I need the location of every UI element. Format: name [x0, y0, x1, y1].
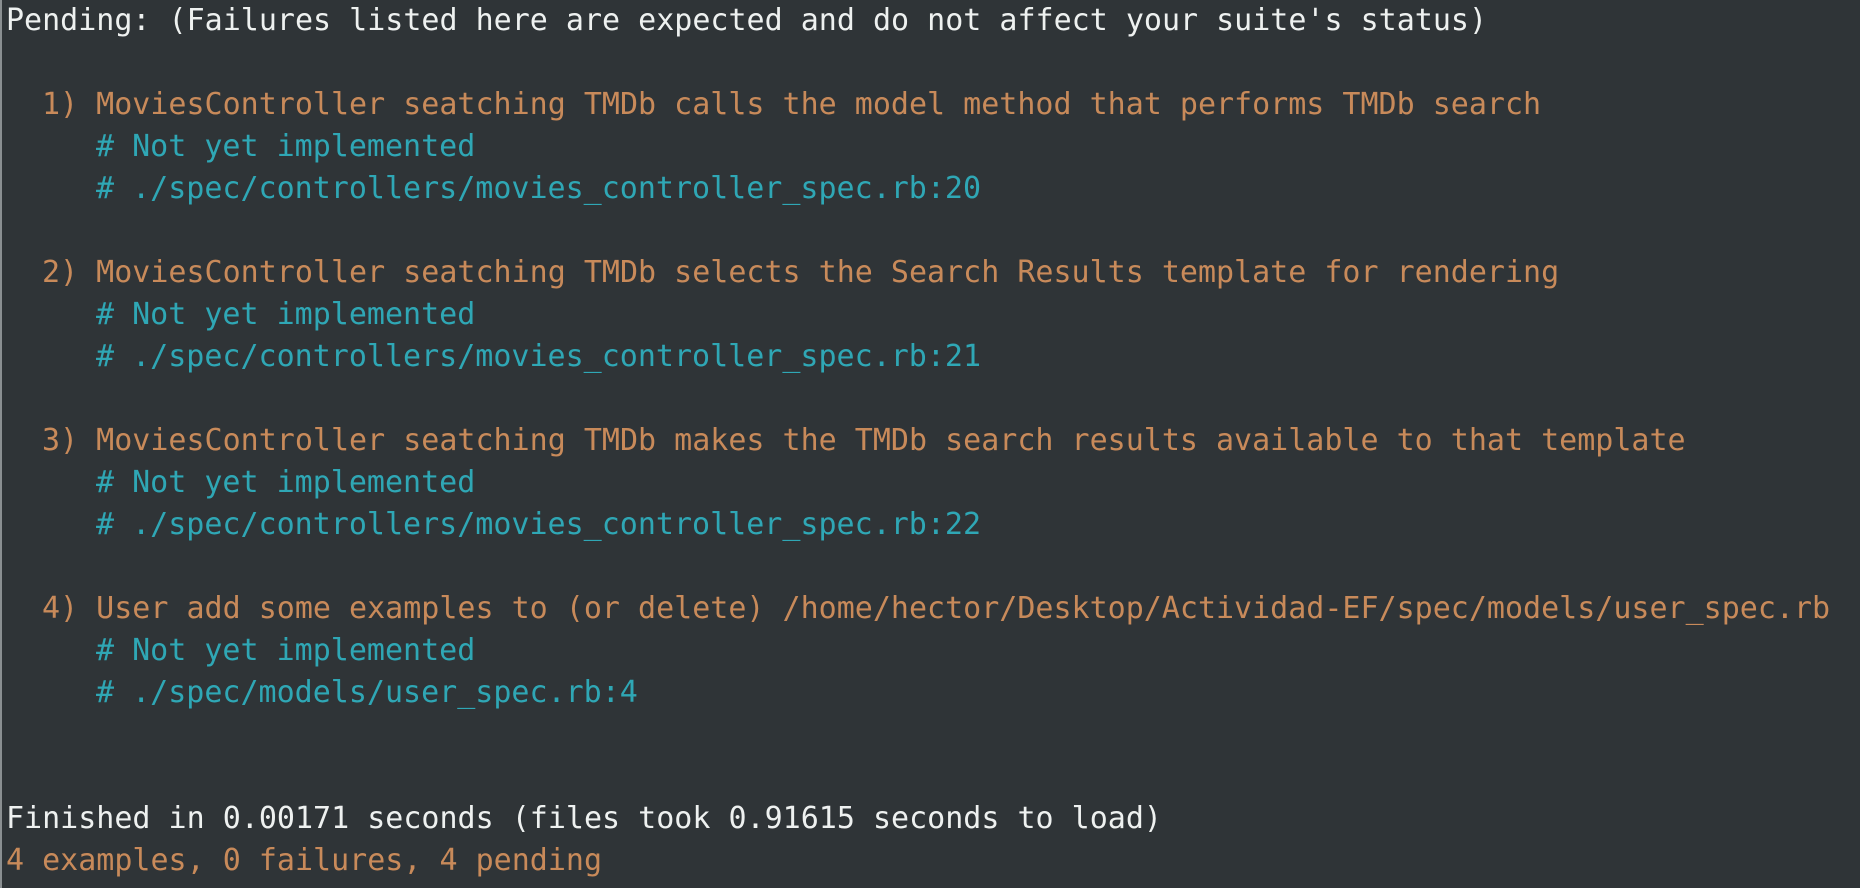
- pending-header: Pending: (Failures listed here are expec…: [6, 3, 1488, 38]
- pending-item-title: 3) MoviesController seatching TMDb makes…: [42, 423, 1686, 458]
- pending-item-title: 4) User add some examples to (or delete)…: [42, 591, 1831, 626]
- summary-line: 4 examples, 0 failures, 4 pending: [6, 843, 603, 878]
- terminal-window[interactable]: Pending: (Failures listed here are expec…: [0, 0, 1860, 888]
- pending-item-location: # ./spec/models/user_spec.rb:4: [96, 675, 638, 710]
- pending-item-note: # Not yet implemented: [96, 633, 476, 668]
- pending-item-title: 2) MoviesController seatching TMDb selec…: [42, 255, 1560, 290]
- pending-item-note: # Not yet implemented: [96, 465, 476, 500]
- finished-line: Finished in 0.00171 seconds (files took …: [6, 801, 1162, 836]
- pending-item-note: # Not yet implemented: [96, 297, 476, 332]
- pending-item-location: # ./spec/controllers/movies_controller_s…: [96, 171, 982, 206]
- pending-item-note: # Not yet implemented: [96, 129, 476, 164]
- pending-item-title: 1) MoviesController seatching TMDb calls…: [42, 87, 1542, 122]
- pending-item-location: # ./spec/controllers/movies_controller_s…: [96, 507, 982, 542]
- pending-item-location: # ./spec/controllers/movies_controller_s…: [96, 339, 982, 374]
